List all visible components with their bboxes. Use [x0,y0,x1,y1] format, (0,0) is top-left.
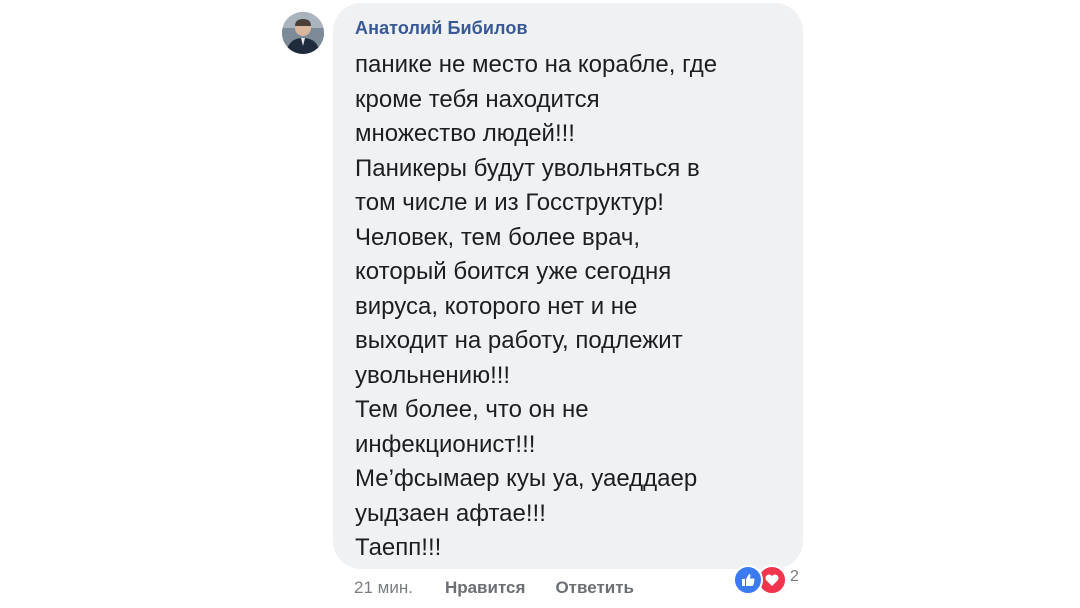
comment-line: кроме тебя находится [355,85,600,113]
comment-line: множество людей!!! [355,120,575,147]
comment-line: Таепп!!! [355,534,442,561]
comment-line: который боится уже сегодня [355,258,672,285]
comment-line: Человек, тем более врач, [355,223,641,251]
comment-line: выходит на работу, подлежит [355,327,683,354]
avatar[interactable] [282,12,324,54]
avatar-photo [282,12,324,54]
like-icon [733,565,763,595]
comment-line: вируса, которого нет и не [355,292,638,320]
comment-bubble: Анатолий Бибилов панике не место на кора… [333,3,803,569]
comment-line: панике не место на корабле, где [355,51,718,78]
comment-line: том числе и из Госструктур! [355,189,664,216]
comment-actions: 21 мин. Нравится Ответить [354,571,634,605]
comment-line: уыдзаен афтае!!! [355,499,546,527]
comment-timestamp[interactable]: 21 мин. [354,578,413,598]
comment-line: Ме’фсымаер куы уа, уаеддаер [355,465,698,492]
comment-text: панике не место на корабле, где кроме те… [355,48,795,566]
like-button[interactable]: Нравится [445,578,526,598]
comment-line: Тем более, что он не [355,396,589,423]
reaction-count: 2 [790,568,799,585]
comment-line: инфекционист!!! [355,430,536,458]
comment-line: увольнению!!! [355,361,511,389]
reply-button[interactable]: Ответить [555,578,634,598]
comment-line: Паникеры будут увольняться в [355,154,700,182]
comment-author[interactable]: Анатолий Бибилов [355,17,803,39]
reactions-summary[interactable]: 2 [733,565,799,595]
